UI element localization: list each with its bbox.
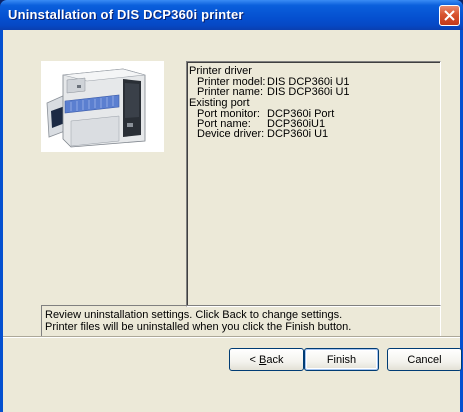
cancel-button[interactable]: Cancel bbox=[387, 348, 462, 371]
title-bar[interactable]: Uninstallation of DIS DCP360i printer bbox=[0, 0, 463, 30]
finish-button[interactable]: Finish bbox=[304, 348, 379, 371]
settings-label-device-driver: Device driver: bbox=[197, 128, 265, 140]
dialog-window: Uninstallation of DIS DCP360i printer Pr… bbox=[0, 0, 463, 412]
summary-box: Review uninstallation settings. Click Ba… bbox=[41, 305, 441, 338]
printer-image bbox=[41, 61, 164, 152]
settings-value-printer-name: DIS DCP360i U1 bbox=[267, 86, 350, 98]
close-icon bbox=[444, 10, 455, 21]
back-label-prefix: < bbox=[249, 353, 259, 366]
back-label-rest: ack bbox=[266, 353, 284, 366]
cancel-label: Cancel bbox=[407, 353, 442, 366]
back-button[interactable]: < Back bbox=[229, 348, 304, 371]
settings-value-device-driver: DCP360i U1 bbox=[267, 128, 329, 140]
summary-line-2: Printer files will be uninstalled when y… bbox=[45, 321, 352, 333]
close-button[interactable] bbox=[439, 5, 460, 26]
back-label-mnemonic: B bbox=[259, 353, 267, 366]
finish-label: Finish bbox=[326, 353, 357, 366]
window-title: Uninstallation of DIS DCP360i printer bbox=[8, 7, 244, 22]
button-separator bbox=[3, 336, 460, 338]
settings-panel: Printer driver Printer model: DIS DCP360… bbox=[186, 61, 441, 307]
printer-icon bbox=[46, 68, 146, 148]
summary-line-1: Review uninstallation settings. Click Ba… bbox=[45, 309, 343, 321]
